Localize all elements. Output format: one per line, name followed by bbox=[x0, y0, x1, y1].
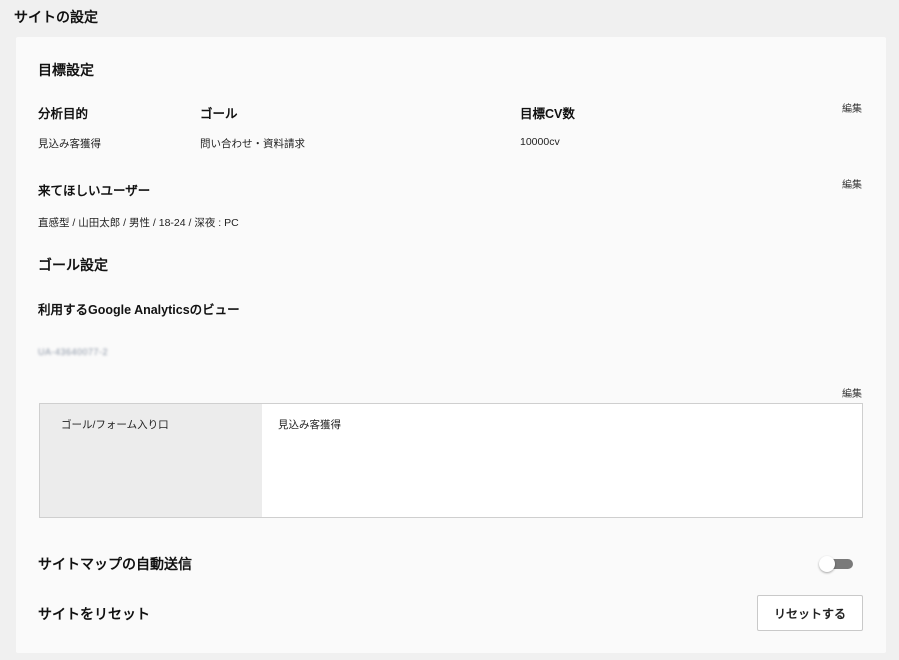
goal-edit-link[interactable]: 編集 bbox=[842, 385, 862, 400]
goal-table-header: ゴール/フォーム入り口 bbox=[40, 404, 262, 517]
reset-label: サイトをリセット bbox=[38, 606, 150, 622]
goal-table-value: 見込み客獲得 bbox=[278, 419, 341, 431]
ga-view-id: UA-43640077-2 bbox=[38, 347, 109, 357]
ga-view-label: 利用するGoogle Analyticsのビュー bbox=[38, 303, 240, 317]
toggle-knob bbox=[819, 556, 835, 572]
target-edit-link[interactable]: 編集 bbox=[842, 100, 862, 115]
cv-value: 10000cv bbox=[520, 136, 560, 148]
page-title: サイトの設定 bbox=[14, 9, 98, 25]
goal-header: ゴール bbox=[200, 107, 238, 121]
sitemap-toggle[interactable] bbox=[819, 556, 853, 572]
settings-card: 目標設定 分析目的 ゴール 目標CV数 編集 見込み客獲得 問い合わせ・資料請求… bbox=[16, 37, 886, 653]
reset-button[interactable]: リセットする bbox=[757, 595, 863, 631]
sitemap-label: サイトマップの自動送信 bbox=[38, 556, 192, 572]
purpose-value: 見込み客獲得 bbox=[38, 138, 101, 150]
purpose-header: 分析目的 bbox=[38, 107, 89, 121]
users-description: 直感型 / 山田太郎 / 男性 / 18-24 / 深夜 : PC bbox=[38, 217, 239, 229]
goal-value: 問い合わせ・資料請求 bbox=[200, 138, 305, 150]
users-edit-link[interactable]: 編集 bbox=[842, 176, 862, 191]
goal-settings-title: ゴール設定 bbox=[38, 257, 108, 273]
target-section-title: 目標設定 bbox=[38, 62, 94, 78]
users-section-title: 来てほしいユーザー bbox=[38, 184, 151, 198]
cv-header: 目標CV数 bbox=[520, 107, 575, 121]
goal-table: ゴール/フォーム入り口 見込み客獲得 bbox=[39, 403, 863, 518]
